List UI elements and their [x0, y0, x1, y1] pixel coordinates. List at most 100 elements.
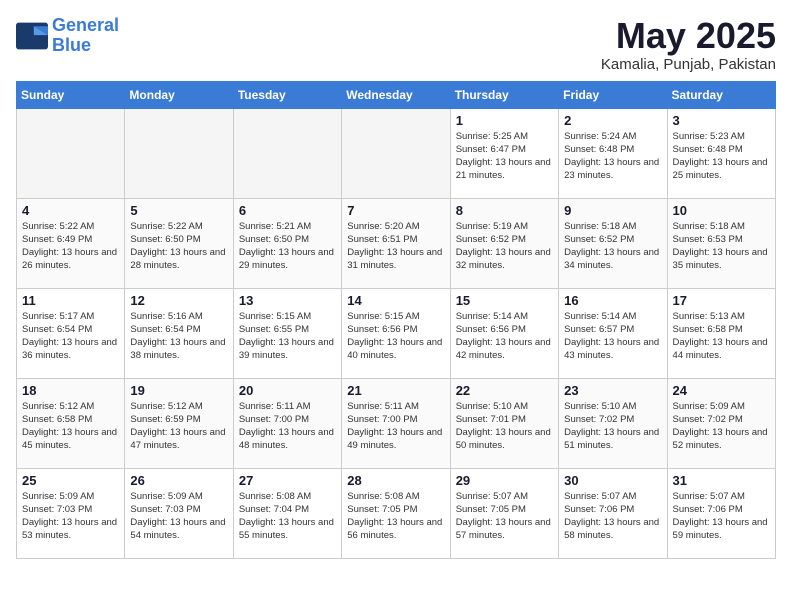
location: Kamalia, Punjab, Pakistan	[601, 56, 776, 73]
day-info: Sunrise: 5:14 AM Sunset: 6:57 PM Dayligh…	[564, 310, 661, 363]
day-info: Sunrise: 5:07 AM Sunset: 7:06 PM Dayligh…	[564, 490, 661, 543]
calendar-cell: 3Sunrise: 5:23 AM Sunset: 6:48 PM Daylig…	[667, 108, 775, 198]
day-number: 22	[456, 383, 553, 398]
day-info: Sunrise: 5:14 AM Sunset: 6:56 PM Dayligh…	[456, 310, 553, 363]
calendar-cell: 11Sunrise: 5:17 AM Sunset: 6:54 PM Dayli…	[17, 288, 125, 378]
day-info: Sunrise: 5:07 AM Sunset: 7:06 PM Dayligh…	[673, 490, 770, 543]
calendar-cell: 20 Sunrise: 5:11 AM Sunset: 7:00 PM Dayli…	[233, 378, 341, 468]
day-number: 2	[564, 113, 661, 128]
calendar-cell: 24Sunrise: 5:09 AM Sunset: 7:02 PM Dayli…	[667, 378, 775, 468]
calendar-cell: 27 Sunrise: 5:08 AM Sunset: 7:04 PM Dayli…	[233, 468, 341, 558]
calendar-cell: 2 Sunrise: 5:24 AM Sunset: 6:48 PM Daylig…	[559, 108, 667, 198]
day-number: 16	[564, 293, 661, 308]
calendar-cell: 1 Sunrise: 5:25 AM Sunset: 6:47 PM Daylig…	[450, 108, 558, 198]
day-number: 20	[239, 383, 336, 398]
month-title: May 2025	[601, 16, 776, 56]
calendar-cell: 16 Sunrise: 5:14 AM Sunset: 6:57 PM Dayli…	[559, 288, 667, 378]
day-number: 28	[347, 473, 444, 488]
calendar-cell: 8 Sunrise: 5:19 AM Sunset: 6:52 PM Daylig…	[450, 198, 558, 288]
day-info: Sunrise: 5:09 AM Sunset: 7:03 PM Dayligh…	[130, 490, 227, 543]
calendar-week-row: 25 Sunrise: 5:09 AM Sunset: 7:03 PM Dayli…	[17, 468, 776, 558]
page-header: GeneralBlue May 2025 Kamalia, Punjab, Pa…	[16, 16, 776, 73]
calendar-week-row: 18 Sunrise: 5:12 AM Sunset: 6:58 PM Dayli…	[17, 378, 776, 468]
calendar-cell: 5Sunrise: 5:22 AM Sunset: 6:50 PM Daylig…	[125, 198, 233, 288]
calendar-cell: 28 Sunrise: 5:08 AM Sunset: 7:05 PM Dayli…	[342, 468, 450, 558]
logo-text: GeneralBlue	[52, 16, 119, 56]
day-info: Sunrise: 5:16 AM Sunset: 6:54 PM Dayligh…	[130, 310, 227, 363]
calendar-week-row: 1 Sunrise: 5:25 AM Sunset: 6:47 PM Daylig…	[17, 108, 776, 198]
calendar-cell: 17 Sunrise: 5:13 AM Sunset: 6:58 PM Dayli…	[667, 288, 775, 378]
day-number: 12	[130, 293, 227, 308]
day-info: Sunrise: 5:13 AM Sunset: 6:58 PM Dayligh…	[673, 310, 770, 363]
day-info: Sunrise: 5:10 AM Sunset: 7:02 PM Dayligh…	[564, 400, 661, 453]
day-number: 17	[673, 293, 770, 308]
day-info: Sunrise: 5:11 AM Sunset: 7:00 PM Dayligh…	[239, 400, 336, 453]
day-of-week-header: Wednesday	[342, 81, 450, 108]
day-info: Sunrise: 5:17 AM Sunset: 6:54 PM Dayligh…	[22, 310, 119, 363]
day-info: Sunrise: 5:18 AM Sunset: 6:53 PM Dayligh…	[673, 220, 770, 273]
day-number: 27	[239, 473, 336, 488]
day-info: Sunrise: 5:08 AM Sunset: 7:04 PM Dayligh…	[239, 490, 336, 543]
calendar-cell: 12 Sunrise: 5:16 AM Sunset: 6:54 PM Dayli…	[125, 288, 233, 378]
calendar-cell: 18 Sunrise: 5:12 AM Sunset: 6:58 PM Dayli…	[17, 378, 125, 468]
day-number: 24	[673, 383, 770, 398]
calendar-cell: 9 Sunrise: 5:18 AM Sunset: 6:52 PM Daylig…	[559, 198, 667, 288]
day-info: Sunrise: 5:19 AM Sunset: 6:52 PM Dayligh…	[456, 220, 553, 273]
calendar-cell: 22 Sunrise: 5:10 AM Sunset: 7:01 PM Dayli…	[450, 378, 558, 468]
day-of-week-header: Monday	[125, 81, 233, 108]
day-info: Sunrise: 5:15 AM Sunset: 6:56 PM Dayligh…	[347, 310, 444, 363]
day-of-week-header: Saturday	[667, 81, 775, 108]
day-number: 10	[673, 203, 770, 218]
calendar-week-row: 4Sunrise: 5:22 AM Sunset: 6:49 PM Daylig…	[17, 198, 776, 288]
calendar-cell	[17, 108, 125, 198]
calendar-cell	[342, 108, 450, 198]
day-info: Sunrise: 5:15 AM Sunset: 6:55 PM Dayligh…	[239, 310, 336, 363]
calendar-cell	[125, 108, 233, 198]
day-number: 13	[239, 293, 336, 308]
day-info: Sunrise: 5:18 AM Sunset: 6:52 PM Dayligh…	[564, 220, 661, 273]
calendar-cell: 30Sunrise: 5:07 AM Sunset: 7:06 PM Dayli…	[559, 468, 667, 558]
day-info: Sunrise: 5:22 AM Sunset: 6:50 PM Dayligh…	[130, 220, 227, 273]
day-number: 9	[564, 203, 661, 218]
calendar-cell: 19 Sunrise: 5:12 AM Sunset: 6:59 PM Dayli…	[125, 378, 233, 468]
day-number: 8	[456, 203, 553, 218]
day-info: Sunrise: 5:12 AM Sunset: 6:58 PM Dayligh…	[22, 400, 119, 453]
day-number: 26	[130, 473, 227, 488]
day-info: Sunrise: 5:08 AM Sunset: 7:05 PM Dayligh…	[347, 490, 444, 543]
day-of-week-header: Thursday	[450, 81, 558, 108]
day-number: 14	[347, 293, 444, 308]
calendar-cell: 26 Sunrise: 5:09 AM Sunset: 7:03 PM Dayli…	[125, 468, 233, 558]
calendar-cell: 25Sunrise: 5:09 AM Sunset: 7:03 PM Dayli…	[17, 468, 125, 558]
day-info: Sunrise: 5:21 AM Sunset: 6:50 PM Dayligh…	[239, 220, 336, 273]
day-info: Sunrise: 5:22 AM Sunset: 6:49 PM Dayligh…	[22, 220, 119, 273]
calendar-cell: 10 Sunrise: 5:18 AM Sunset: 6:53 PM Dayli…	[667, 198, 775, 288]
day-info: Sunrise: 5:25 AM Sunset: 6:47 PM Dayligh…	[456, 130, 553, 183]
calendar-cell: 13 Sunrise: 5:15 AM Sunset: 6:55 PM Dayli…	[233, 288, 341, 378]
day-number: 29	[456, 473, 553, 488]
day-info: Sunrise: 5:07 AM Sunset: 7:05 PM Dayligh…	[456, 490, 553, 543]
day-number: 25	[22, 473, 119, 488]
day-number: 31	[673, 473, 770, 488]
day-of-week-header: Sunday	[17, 81, 125, 108]
day-info: Sunrise: 5:12 AM Sunset: 6:59 PM Dayligh…	[130, 400, 227, 453]
calendar-cell: 31 Sunrise: 5:07 AM Sunset: 7:06 PM Dayli…	[667, 468, 775, 558]
logo: GeneralBlue	[16, 16, 119, 56]
logo-icon	[16, 22, 48, 50]
calendar-cell: 29 Sunrise: 5:07 AM Sunset: 7:05 PM Dayli…	[450, 468, 558, 558]
day-number: 21	[347, 383, 444, 398]
day-of-week-header: Tuesday	[233, 81, 341, 108]
day-number: 18	[22, 383, 119, 398]
day-info: Sunrise: 5:20 AM Sunset: 6:51 PM Dayligh…	[347, 220, 444, 273]
day-number: 23	[564, 383, 661, 398]
day-info: Sunrise: 5:24 AM Sunset: 6:48 PM Dayligh…	[564, 130, 661, 183]
calendar-cell: 14 Sunrise: 5:15 AM Sunset: 6:56 PM Dayli…	[342, 288, 450, 378]
day-number: 7	[347, 203, 444, 218]
calendar-cell: 15Sunrise: 5:14 AM Sunset: 6:56 PM Dayli…	[450, 288, 558, 378]
calendar-cell: 21 Sunrise: 5:11 AM Sunset: 7:00 PM Dayli…	[342, 378, 450, 468]
day-info: Sunrise: 5:11 AM Sunset: 7:00 PM Dayligh…	[347, 400, 444, 453]
day-info: Sunrise: 5:10 AM Sunset: 7:01 PM Dayligh…	[456, 400, 553, 453]
day-number: 19	[130, 383, 227, 398]
calendar-table: SundayMondayTuesdayWednesdayThursdayFrid…	[16, 81, 776, 559]
day-number: 1	[456, 113, 553, 128]
day-info: Sunrise: 5:23 AM Sunset: 6:48 PM Dayligh…	[673, 130, 770, 183]
